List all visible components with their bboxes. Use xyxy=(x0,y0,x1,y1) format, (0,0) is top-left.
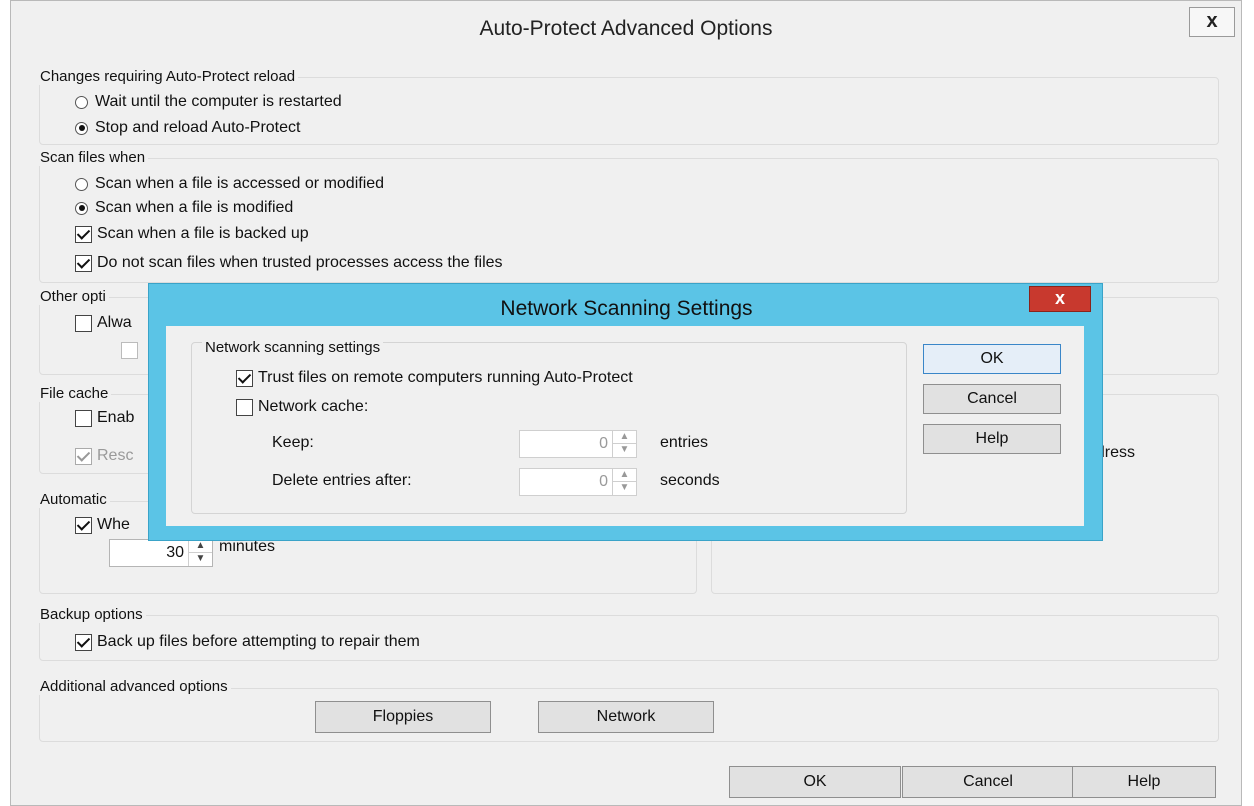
dialog-title: Network Scanning Settings xyxy=(500,297,753,320)
checkbox-network-cache[interactable]: Network cache: xyxy=(236,398,368,416)
network-button[interactable]: Network xyxy=(538,701,714,733)
checkbox-label: Back up files before attempting to repai… xyxy=(97,633,420,650)
checkbox-label: Alwa xyxy=(97,314,132,331)
radio-scan-modified[interactable]: Scan when a file is modified xyxy=(75,199,293,217)
spinner-arrows: ▲ ▼ xyxy=(612,431,636,457)
file-cache-group-label: File cache xyxy=(37,385,112,402)
additional-options-group-label: Additional advanced options xyxy=(37,678,231,695)
checkbox-checked-icon xyxy=(75,633,92,651)
spinner-up-icon[interactable]: ▲ xyxy=(189,540,212,553)
checkbox-checked-icon xyxy=(75,254,92,272)
radio-label: Stop and reload Auto-Protect xyxy=(95,119,301,136)
close-icon: x xyxy=(1206,10,1218,32)
spinner-up-icon[interactable]: ▲ xyxy=(613,431,636,444)
close-icon: x xyxy=(1054,288,1065,308)
ok-button[interactable]: OK xyxy=(729,766,901,798)
radio-button-selected-icon xyxy=(75,121,88,135)
checkbox-label: Trust files on remote computers running … xyxy=(258,369,633,386)
checkbox-label: Resc xyxy=(97,447,134,464)
radio-stop-reload[interactable]: Stop and reload Auto-Protect xyxy=(75,119,300,137)
checkbox-label: Enab xyxy=(97,409,135,426)
backup-options-group-label: Backup options xyxy=(37,606,146,623)
checkbox-other-sub[interactable] xyxy=(121,342,143,359)
radio-button-icon xyxy=(75,177,88,191)
radio-button-selected-icon xyxy=(75,201,88,215)
dialog-ok-button[interactable]: OK xyxy=(923,344,1061,374)
delete-after-value: 0 xyxy=(599,473,608,490)
checkbox-backup-before-repair[interactable]: Back up files before attempting to repai… xyxy=(75,633,420,651)
checkbox-checked-icon xyxy=(236,369,253,387)
network-scanning-group-label: Network scanning settings xyxy=(202,339,384,356)
radio-label: Scan when a file is modified xyxy=(95,199,294,216)
dialog-close-button[interactable]: x xyxy=(1029,286,1091,312)
spinner-arrows: ▲ ▼ xyxy=(188,540,212,566)
checkbox-when[interactable]: Whe xyxy=(75,516,130,534)
checkbox-checked-icon xyxy=(75,516,92,534)
checkbox-unchecked-icon xyxy=(75,409,92,427)
delete-after-spinner[interactable]: 0 ▲ ▼ xyxy=(519,468,637,496)
floppies-button[interactable]: Floppies xyxy=(315,701,491,733)
keep-unit-label: entries xyxy=(660,434,709,451)
dialog-cancel-button[interactable]: Cancel xyxy=(923,384,1061,414)
delete-entries-label: Delete entries after: xyxy=(272,472,412,489)
checkbox-label: Do not scan files when trusted processes… xyxy=(97,254,503,271)
checkbox-trusted-processes[interactable]: Do not scan files when trusted processes… xyxy=(75,254,503,272)
checkbox-rescan[interactable]: Resc xyxy=(75,447,133,465)
checkbox-checked-icon xyxy=(75,225,92,243)
title-bar: Auto-Protect Advanced Options x xyxy=(11,1,1241,59)
other-options-group-label: Other opti xyxy=(37,288,109,305)
reload-group-label: Changes requiring Auto-Protect reload xyxy=(37,68,299,85)
radio-wait-restart[interactable]: Wait until the computer is restarted xyxy=(75,93,342,111)
checkbox-always[interactable]: Alwa xyxy=(75,314,132,332)
checkbox-trust-remote[interactable]: Trust files on remote computers running … xyxy=(236,369,633,387)
automatic-group-label: Automatic xyxy=(37,491,110,508)
dialog-help-button[interactable]: Help xyxy=(923,424,1061,454)
checkbox-label: Whe xyxy=(97,516,130,533)
spinner-down-icon[interactable]: ▼ xyxy=(613,444,636,457)
keep-spinner[interactable]: 0 ▲ ▼ xyxy=(519,430,637,458)
keep-value: 0 xyxy=(599,435,608,452)
scan-files-group-label: Scan files when xyxy=(37,149,149,166)
spinner-down-icon[interactable]: ▼ xyxy=(613,482,636,495)
delete-unit-label: seconds xyxy=(660,472,720,489)
minutes-spinner[interactable]: 30 ▲ ▼ xyxy=(109,539,213,567)
radio-label: Wait until the computer is restarted xyxy=(95,93,342,110)
checkbox-label: Scan when a file is backed up xyxy=(97,225,309,242)
close-button[interactable]: x xyxy=(1189,7,1235,37)
help-button[interactable]: Help xyxy=(1072,766,1216,798)
radio-scan-accessed-modified[interactable]: Scan when a file is accessed or modified xyxy=(75,175,384,193)
spinner-up-icon[interactable]: ▲ xyxy=(613,469,636,482)
spinner-down-icon[interactable]: ▼ xyxy=(189,553,212,566)
radio-button-icon xyxy=(75,95,88,109)
minutes-value: 30 xyxy=(166,544,184,561)
checkbox-scan-backed-up[interactable]: Scan when a file is backed up xyxy=(75,225,309,243)
checkbox-enable-cache[interactable]: Enab xyxy=(75,409,134,427)
checkbox-label: Network cache: xyxy=(258,398,369,415)
dialog-client-area: Network scanning settings Trust files on… xyxy=(166,326,1084,526)
network-scanning-settings-dialog: Network Scanning Settings x Network scan… xyxy=(148,283,1103,541)
cancel-button[interactable]: Cancel xyxy=(902,766,1074,798)
window-title: Auto-Protect Advanced Options xyxy=(479,17,773,40)
checkbox-checked-disabled-icon xyxy=(75,447,92,465)
checkbox-unchecked-icon xyxy=(75,314,92,332)
radio-label: Scan when a file is accessed or modified xyxy=(95,175,385,192)
checkbox-unchecked-icon xyxy=(121,342,138,359)
spinner-arrows: ▲ ▼ xyxy=(612,469,636,495)
keep-label: Keep: xyxy=(272,434,314,451)
checkbox-unchecked-icon xyxy=(236,398,253,416)
